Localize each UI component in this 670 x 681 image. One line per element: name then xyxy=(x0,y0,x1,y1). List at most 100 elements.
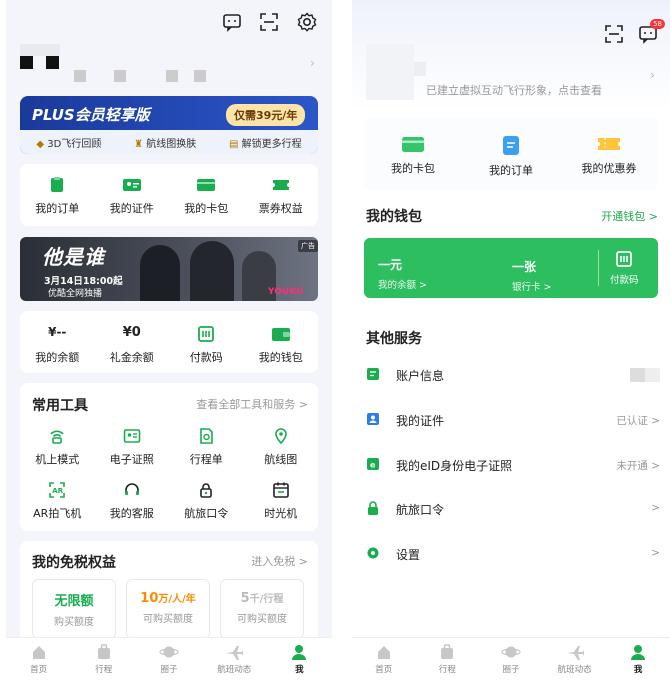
lock-icon xyxy=(200,483,213,498)
settings-gear-icon[interactable] xyxy=(296,11,318,33)
duty-free-more-link[interactable]: 进入免税 > xyxy=(251,553,308,569)
calendar-icon xyxy=(272,482,289,498)
service-account-info[interactable]: 账户信息 xyxy=(366,364,660,386)
ad-person-figure xyxy=(140,245,180,301)
profile-chevron-icon[interactable]: › xyxy=(650,68,655,82)
balance-value: ¥-- xyxy=(48,325,67,339)
tab-flight-status[interactable]: 航班动态 xyxy=(543,638,607,681)
settings-gear-icon xyxy=(367,547,379,559)
tab-circle[interactable]: 圈子 xyxy=(136,638,201,681)
wallet-balance[interactable]: ¥-- 我的余额 xyxy=(20,325,95,373)
service-travel-code[interactable]: 航旅口令 > xyxy=(366,498,660,520)
tab-me[interactable]: 我 xyxy=(606,638,670,681)
tab-trips[interactable]: 行程 xyxy=(71,638,136,681)
service-eid[interactable]: e 我的eID身份电子证照 未开通 > xyxy=(366,454,660,476)
wallet-gift-balance[interactable]: ¥0 礼金余额 xyxy=(95,325,170,373)
tools-title: 常用工具 xyxy=(32,398,88,414)
home-icon xyxy=(377,646,390,659)
service-my-id[interactable]: 我的证件 已认证 > xyxy=(366,409,660,431)
account-info-icon xyxy=(367,368,379,380)
tool-airplane-mode[interactable]: 机上模式 xyxy=(20,427,95,467)
account-info-masked-value xyxy=(630,368,660,382)
qr-pay-icon xyxy=(616,251,633,267)
cube-icon: ◆ xyxy=(36,138,45,150)
wallet-balance[interactable]: 一元 我的余额 > xyxy=(378,256,427,291)
perk-map-skin: ♜ 航线图换肤 xyxy=(134,138,197,150)
order-icon xyxy=(51,177,64,192)
duty-free-unlimited[interactable]: 无限额 购买额度 xyxy=(32,579,116,639)
quick-tickets[interactable]: 票券权益 xyxy=(244,176,319,226)
id-card-icon xyxy=(367,413,379,425)
virtual-avatar-hint[interactable]: 已建立虚拟互动飞行形象，点击查看 xyxy=(426,82,602,98)
duty-free-title: 我的免税权益 xyxy=(32,555,116,571)
id-card-icon xyxy=(122,179,141,191)
tab-home[interactable]: 首页 xyxy=(6,638,71,681)
wallet-pay-code[interactable]: 付款码 xyxy=(610,250,639,286)
tool-route-map[interactable]: 航线图 xyxy=(244,427,319,467)
shortcut-card-wallet[interactable]: 我的卡包 xyxy=(364,134,462,190)
quick-actions-card: 我的订单 我的证件 我的卡包 票券权益 xyxy=(20,164,318,226)
scan-icon[interactable] xyxy=(604,24,624,44)
shirt-icon: ♜ xyxy=(134,138,144,150)
tab-trips[interactable]: 行程 xyxy=(416,638,480,681)
order-icon xyxy=(503,136,519,155)
coupon-icon xyxy=(598,138,620,150)
quick-my-orders[interactable]: 我的订单 xyxy=(20,176,95,226)
plus-member-banner[interactable]: PLUS会员轻享版 仅需39元/年 ◆ 3D飞行回顾 ♜ 航线图换肤 ▤ 解锁更… xyxy=(20,96,318,154)
perk-more-trips: ▤ 解锁更多行程 xyxy=(228,138,302,150)
tool-itinerary[interactable]: 行程单 xyxy=(169,427,244,467)
user-icon xyxy=(292,645,307,660)
license-icon xyxy=(123,429,141,443)
wallet-bank-card[interactable]: 一张 银行卡 > xyxy=(512,258,551,293)
gift-balance-value: ¥0 xyxy=(122,325,141,340)
message-icon[interactable] xyxy=(222,12,242,32)
wallet-pay-code[interactable]: 付款码 xyxy=(169,325,244,373)
user-icon xyxy=(631,645,646,660)
luggage-icon xyxy=(441,644,454,659)
quick-my-wallet[interactable]: 我的卡包 xyxy=(169,176,244,226)
tool-ar-plane[interactable]: AR AR拍飞机 xyxy=(20,481,95,521)
tab-me[interactable]: 我 xyxy=(267,638,332,681)
profile-chevron-icon[interactable]: › xyxy=(310,56,315,70)
tool-customer-service[interactable]: 我的客服 xyxy=(95,481,170,521)
right-screen: 58 已建立虚拟互动飞行形象，点击查看 › 我的卡包 我的订单 我的优惠券 我的… xyxy=(352,0,670,681)
tool-time-machine[interactable]: 时光机 xyxy=(244,481,319,521)
common-tools-card: 常用工具 查看全部工具和服务 > 机上模式 电子证照 行程单 航线图 AR AR… xyxy=(20,383,318,531)
bottom-tab-bar: 首页 行程 圈子 航班动态 我 xyxy=(352,637,670,681)
tab-home[interactable]: 首页 xyxy=(352,638,416,681)
duty-free-card: 我的免税权益 进入免税 > 无限额 购买额度 10万/人/年 可购买额度 5千/… xyxy=(20,541,318,651)
tab-flight-status[interactable]: 航班动态 xyxy=(202,638,267,681)
luggage-icon xyxy=(97,644,110,659)
tool-e-license[interactable]: 电子证照 xyxy=(95,427,170,467)
plus-perks-row: ◆ 3D飞行回顾 ♜ 航线图换肤 ▤ 解锁更多行程 xyxy=(20,130,318,154)
wifi-airplane-icon xyxy=(50,430,64,444)
wallet-my-wallet[interactable]: 我的钱包 xyxy=(244,325,319,373)
tab-circle[interactable]: 圈子 xyxy=(479,638,543,681)
shortcut-my-coupons[interactable]: 我的优惠券 xyxy=(560,134,658,190)
scan-icon[interactable] xyxy=(259,12,279,32)
services-title: 其他服务 xyxy=(366,331,422,347)
wallet-icon xyxy=(271,328,290,341)
open-wallet-link[interactable]: 开通钱包 > xyxy=(601,208,658,224)
ad-banner[interactable]: 他是谁 3月14日18:00起 优酷全网独播 广告 YOUKU xyxy=(20,237,318,301)
home-icon xyxy=(32,646,45,659)
plus-price-badge[interactable]: 仅需39元/年 xyxy=(226,104,306,126)
lock-icon xyxy=(368,501,378,515)
wallet-green-panel: 一元 我的余额 > 一张 银行卡 > 付款码 xyxy=(364,238,658,298)
duty-free-per-trip[interactable]: 5千/行程 可购买额度 xyxy=(220,579,304,639)
notification-badge: 58 xyxy=(650,19,665,29)
quick-my-id[interactable]: 我的证件 xyxy=(95,176,170,226)
headset-icon xyxy=(124,483,139,495)
tools-more-link[interactable]: 查看全部工具和服务 > xyxy=(196,396,308,412)
wallet-divider xyxy=(598,250,599,286)
planet-icon xyxy=(501,646,521,658)
ad-tag: 广告 xyxy=(298,240,318,252)
shortcut-my-orders[interactable]: 我的订单 xyxy=(462,134,560,190)
duty-free-annual[interactable]: 10万/人/年 可购买额度 xyxy=(126,579,210,639)
service-settings[interactable]: 设置 > xyxy=(366,543,660,565)
planet-icon xyxy=(159,646,179,658)
svg-text:e: e xyxy=(370,461,376,470)
left-screen: › PLUS会员轻享版 仅需39元/年 ◆ 3D飞行回顾 ♜ 航线图换肤 ▤ 解… xyxy=(6,0,332,681)
tool-travel-code[interactable]: 航旅口令 xyxy=(169,481,244,521)
airplane-icon xyxy=(226,646,244,660)
